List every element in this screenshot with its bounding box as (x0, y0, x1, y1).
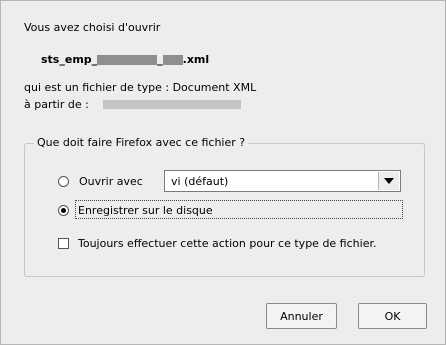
open-with-label[interactable]: Ouvrir avec (79, 175, 143, 188)
redacted-block (97, 54, 158, 65)
filename: sts_emp_ _ .xml (41, 53, 209, 66)
filename-prefix: sts_emp_ (41, 53, 98, 66)
group-legend: Que doit faire Firefox avec ce fichier ? (34, 136, 249, 149)
save-radio[interactable] (58, 205, 69, 216)
cancel-button[interactable]: Annuler (266, 303, 337, 329)
application-select-value: vi (défaut) (171, 174, 229, 188)
always-checkbox[interactable] (58, 238, 69, 249)
redacted-block (162, 54, 183, 65)
redacted-block (102, 100, 241, 109)
source-row: à partir de : (24, 98, 241, 111)
always-option[interactable]: Toujours effectuer cette action pour ce … (58, 237, 376, 250)
filetype-text: qui est un fichier de type : Document XM… (24, 81, 257, 94)
open-with-option[interactable]: Ouvrir avec (58, 175, 143, 188)
always-label[interactable]: Toujours effectuer cette action pour ce … (78, 237, 376, 250)
save-option[interactable]: Enregistrer sur le disque (58, 204, 213, 217)
source-label: à partir de : (24, 98, 89, 111)
application-select[interactable]: vi (défaut) (164, 170, 401, 192)
chevron-down-icon[interactable] (378, 172, 399, 190)
ok-button[interactable]: OK (358, 303, 427, 329)
intro-text: Vous avez choisi d'ouvrir (24, 21, 161, 34)
filename-suffix: .xml (182, 53, 210, 66)
download-dialog: Vous avez choisi d'ouvrir sts_emp_ _ .xm… (0, 0, 446, 345)
open-with-radio[interactable] (58, 176, 69, 187)
save-label[interactable]: Enregistrer sur le disque (78, 204, 213, 217)
